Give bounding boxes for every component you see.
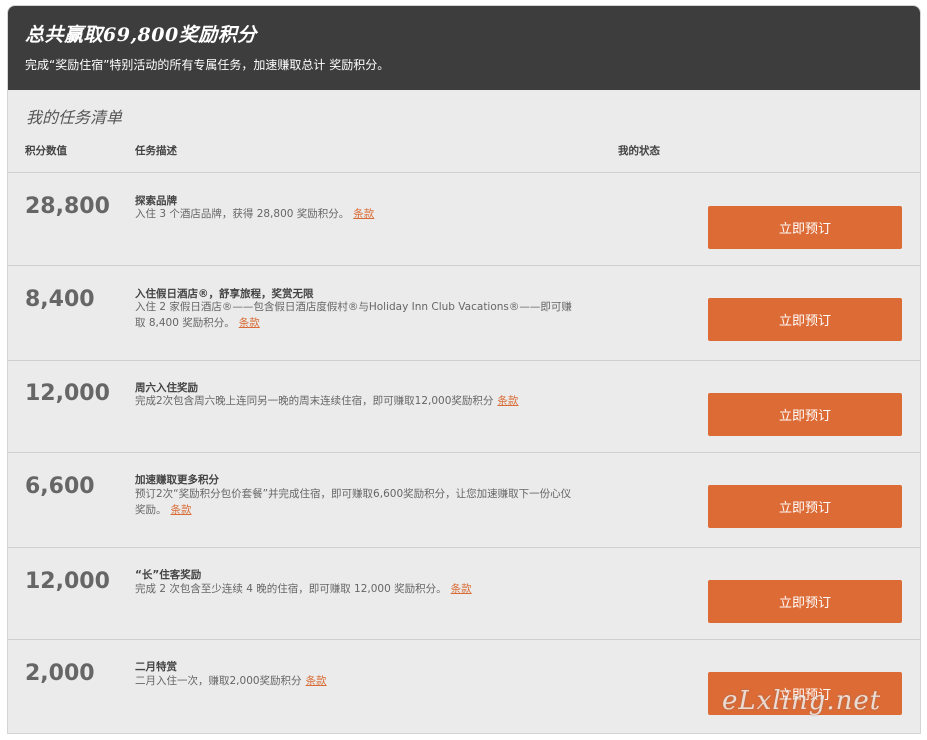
book-now-button[interactable]: 立即预订: [708, 298, 902, 341]
mission-points: 2,000: [25, 661, 95, 686]
terms-link[interactable]: 条款: [451, 583, 472, 595]
column-header-points: 积分数值: [25, 145, 67, 157]
missions-panel: 总共赢取69,800奖励积分 完成“奖励住宿”特别活动的所有专属任务，加速赚取总…: [7, 5, 921, 734]
terms-link[interactable]: 条款: [171, 504, 192, 516]
header-subtitle: 完成“奖励住宿”特别活动的所有专属任务，加速赚取总计 奖励积分。: [25, 58, 390, 72]
mission-description-text: 入住 2 家假日酒店®——包含假日酒店度假村®与Holiday Inn Club…: [135, 301, 572, 329]
column-header-description: 任务描述: [135, 145, 177, 157]
terms-link[interactable]: 条款: [239, 317, 260, 329]
mission-description: 完成 2 次包含至少连续 4 晚的住宿，即可赚取 12,000 奖励积分。 条款: [135, 581, 575, 597]
mission-description-text: 入住 3 个酒店品牌，获得 28,800 奖励积分。: [135, 208, 350, 220]
mission-description: 二月入住一次，赚取2,000奖励积分 条款: [135, 673, 575, 689]
mission-description: 入住 3 个酒店品牌，获得 28,800 奖励积分。 条款: [135, 206, 575, 222]
mission-description-text: 预订2次“奖励积分包价套餐”并完成住宿，即可赚取6,600奖励积分，让您加速赚取…: [135, 488, 572, 516]
mission-row: 6,600 加速赚取更多积分 预订2次“奖励积分包价套餐”并完成住宿，即可赚取6…: [8, 452, 920, 548]
mission-description-text: 二月入住一次，赚取2,000奖励积分: [135, 675, 302, 687]
mission-name: 二月特赏: [135, 661, 177, 673]
book-now-button[interactable]: 立即预订: [708, 580, 902, 623]
terms-link[interactable]: 条款: [497, 395, 518, 407]
mission-name: “长”住客奖励: [135, 569, 202, 581]
mission-points: 12,000: [25, 569, 110, 594]
mission-points: 28,800: [25, 194, 110, 219]
mission-points: 8,400: [25, 287, 95, 312]
list-title: 我的任务清单: [26, 108, 123, 127]
mission-row: 12,000 周六入住奖励 完成2次包含周六晚上连同另一晚的周末连续住宿，即可赚…: [8, 360, 920, 453]
promo-header: 总共赢取69,800奖励积分 完成“奖励住宿”特别活动的所有专属任务，加速赚取总…: [8, 6, 920, 90]
book-now-button[interactable]: 立即预订: [708, 485, 902, 528]
book-now-button[interactable]: 立即预订: [708, 393, 902, 436]
mission-description-text: 完成 2 次包含至少连续 4 晚的住宿，即可赚取 12,000 奖励积分。: [135, 583, 447, 595]
mission-description: 完成2次包含周六晚上连同另一晚的周末连续住宿，即可赚取12,000奖励积分 条款: [135, 393, 575, 409]
mission-points: 6,600: [25, 474, 95, 499]
mission-points: 12,000: [25, 381, 110, 406]
terms-link[interactable]: 条款: [306, 675, 327, 687]
terms-link[interactable]: 条款: [353, 208, 374, 220]
mission-description: 入住 2 家假日酒店®——包含假日酒店度假村®与Holiday Inn Club…: [135, 299, 575, 331]
book-now-button[interactable]: 立即预订: [708, 206, 902, 249]
mission-name: 加速赚取更多积分: [135, 474, 219, 486]
watermark-logo: eLxling.net: [722, 686, 882, 716]
mission-description: 预订2次“奖励积分包价套餐”并完成住宿，即可赚取6,600奖励积分，让您加速赚取…: [135, 486, 575, 518]
column-header-status: 我的状态: [618, 145, 660, 157]
mission-row: 12,000 “长”住客奖励 完成 2 次包含至少连续 4 晚的住宿，即可赚取 …: [8, 547, 920, 640]
mission-row: 8,400 入住假日酒店®，舒享旅程，奖赏无限 入住 2 家假日酒店®——包含假…: [8, 265, 920, 361]
mission-description-text: 完成2次包含周六晚上连同另一晚的周末连续住宿，即可赚取12,000奖励积分: [135, 395, 494, 407]
mission-row: 28,800 探索品牌 入住 3 个酒店品牌，获得 28,800 奖励积分。 条款…: [8, 172, 920, 266]
header-title: 总共赢取69,800奖励积分: [25, 24, 257, 46]
